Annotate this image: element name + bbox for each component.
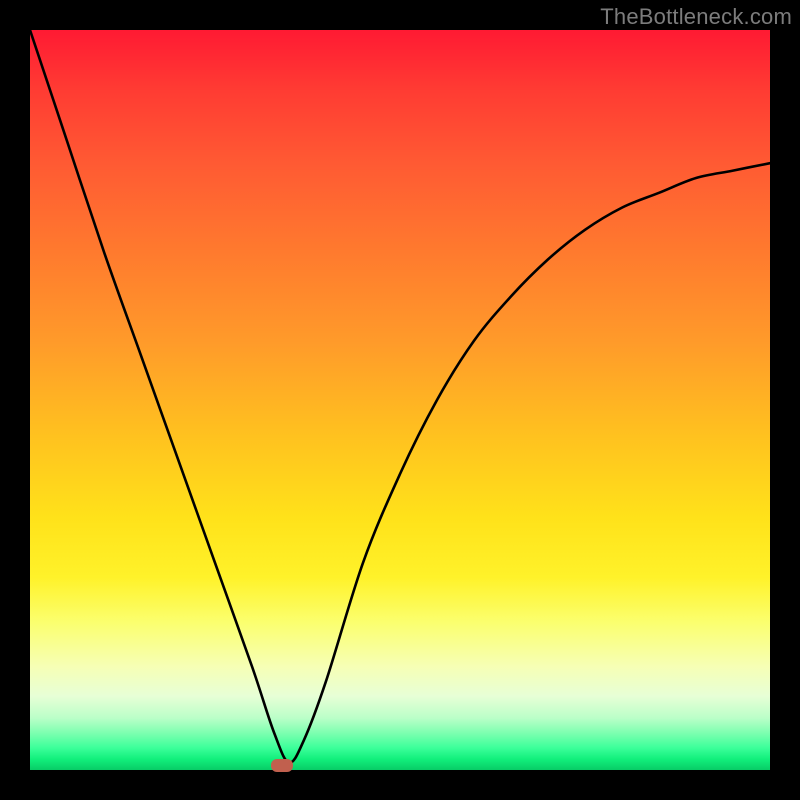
chart-frame: TheBottleneck.com (0, 0, 800, 800)
plot-area (30, 30, 770, 770)
watermark-text: TheBottleneck.com (600, 4, 792, 30)
minimum-marker (271, 759, 293, 772)
bottleneck-curve (30, 30, 770, 770)
